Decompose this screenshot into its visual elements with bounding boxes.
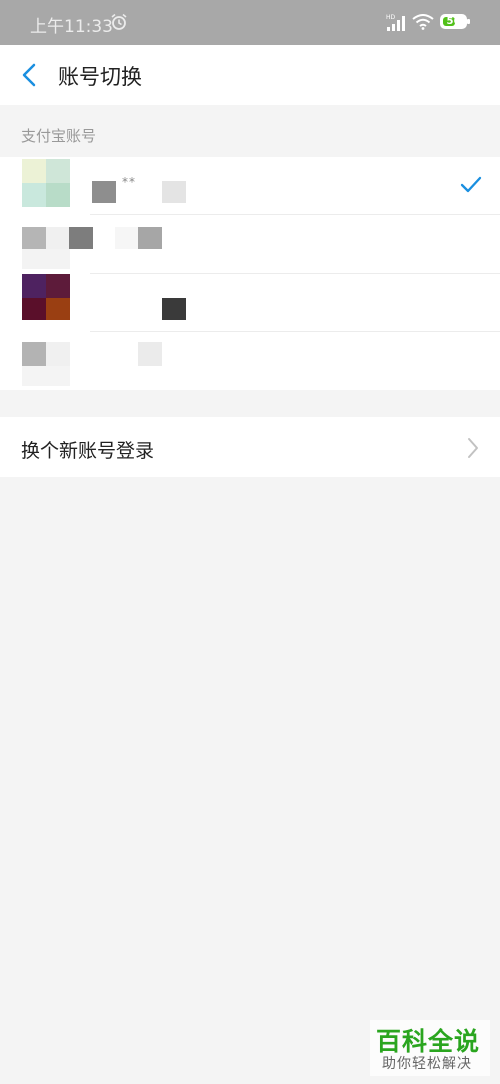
alarm-icon [111, 13, 127, 30]
battery-icon: 56 [440, 14, 467, 29]
section-title: 支付宝账号 [21, 127, 97, 145]
status-bar: 上午11:33 HD 56 [0, 0, 500, 45]
account-list: ** [0, 157, 500, 390]
watermark-logo: 百科全说 助你轻松解决 [370, 1020, 490, 1076]
battery-tip [467, 19, 470, 24]
battery-level-text: 56 [446, 16, 461, 27]
status-time: 上午11:33 [30, 17, 113, 37]
account-row-3[interactable] [0, 274, 500, 332]
back-button[interactable] [10, 55, 50, 95]
login-new-account-button[interactable]: 换个新账号登录 [0, 417, 500, 477]
account-row-2[interactable] [0, 215, 500, 274]
masked-account-id: ** [122, 175, 136, 189]
chevron-right-icon [468, 438, 478, 458]
svg-text:HD: HD [386, 14, 396, 21]
check-icon [460, 176, 482, 193]
nav-bar: 账号切换 [0, 45, 500, 105]
wifi-icon [412, 14, 434, 30]
login-new-account-label: 换个新账号登录 [21, 440, 155, 462]
chevron-left-icon [22, 63, 36, 87]
watermark-subtitle: 助你轻松解决 [382, 1056, 472, 1072]
account-row-4[interactable] [0, 332, 500, 390]
account-row-1[interactable]: ** [0, 157, 500, 215]
page-title: 账号切换 [58, 65, 142, 89]
signal-icon: HD [386, 14, 405, 31]
section-header: 支付宝账号 [0, 105, 500, 157]
